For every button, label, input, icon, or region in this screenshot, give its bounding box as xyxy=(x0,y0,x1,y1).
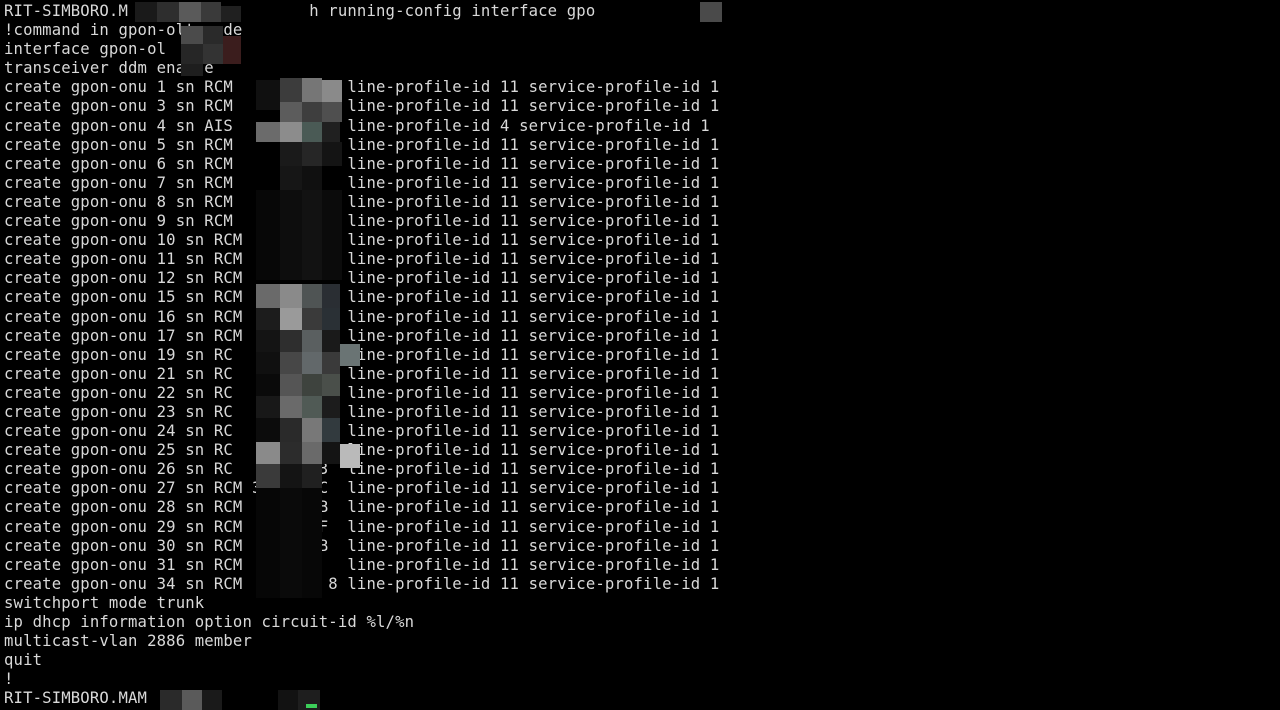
terminal-line: create gpon-onu 21 sn RC line-profile-id… xyxy=(4,364,720,383)
terminal-line: !command in gpon-olt mode xyxy=(4,21,243,40)
terminal-line: quit xyxy=(4,651,43,670)
terminal-line: create gpon-onu 16 sn RCM E line-profile… xyxy=(4,307,720,326)
terminal-line: create gpon-onu 6 sn RCM line-profile-id… xyxy=(4,154,720,173)
terminal-line: create gpon-onu 30 sn RCM B line-profile… xyxy=(4,536,720,555)
terminal-line: create gpon-onu 31 sn RCM line-profile-i… xyxy=(4,555,720,574)
terminal-line: create gpon-onu 17 sn RCM E line-profile… xyxy=(4,326,720,345)
terminal-line: create gpon-onu 28 sn RCM B line-profile… xyxy=(4,498,720,517)
terminal-line: create gpon-onu 34 sn RCM 8 line-profile… xyxy=(4,574,720,593)
terminal-line: create gpon-onu 12 sn RCM line-profile-i… xyxy=(4,269,720,288)
terminal-line: ! xyxy=(4,670,14,689)
terminal-line: create gpon-onu 25 sn RC line-profile-id… xyxy=(4,441,720,460)
terminal-line: create gpon-onu 27 sn RCM 3 C line-profi… xyxy=(4,479,720,498)
terminal-line: create gpon-onu 1 sn RCM line-profile-id… xyxy=(4,78,720,97)
terminal-line: multicast-vlan 2886 member xyxy=(4,632,252,651)
terminal-line: RIT-SIMBORO.M h running-config interface… xyxy=(4,2,596,20)
terminal-line: create gpon-onu 15 sn RCM B line-profile… xyxy=(4,288,720,307)
terminal-line: switchport mode trunk xyxy=(4,593,205,612)
terminal-line: transceiver ddm enable xyxy=(4,59,214,78)
terminal-output: RIT-SIMBORO.M h running-config interface… xyxy=(4,2,719,708)
terminal-line: create gpon-onu 10 sn RCM line-profile-i… xyxy=(4,231,720,250)
terminal-line: create gpon-onu 3 sn RCM line-profile-id… xyxy=(4,97,720,116)
terminal-line: create gpon-onu 11 sn RCM line-profile-i… xyxy=(4,250,720,269)
terminal-line: create gpon-onu 4 sn AIS line-profile-id… xyxy=(4,116,710,135)
terminal-line: create gpon-onu 26 sn RC 3 line-profile-… xyxy=(4,460,720,479)
terminal-line: create gpon-onu 29 sn RCM F line-profile… xyxy=(4,517,720,536)
terminal-cursor xyxy=(306,704,317,708)
terminal-line: ip dhcp information option circuit-id %l… xyxy=(4,613,415,631)
terminal-line: interface gpon-ol xyxy=(4,40,167,59)
terminal-window[interactable]: RIT-SIMBORO.M h running-config interface… xyxy=(0,0,1280,710)
terminal-line: create gpon-onu 24 sn RC line-profile-id… xyxy=(4,422,720,441)
terminal-line: create gpon-onu 5 sn RCM line-profile-id… xyxy=(4,135,720,154)
terminal-line: create gpon-onu 7 sn RCM line-profile-id… xyxy=(4,173,720,192)
terminal-line: create gpon-onu 9 sn RCM line-profile-id… xyxy=(4,212,720,231)
terminal-line: create gpon-onu 23 sn RC line-profile-id… xyxy=(4,402,720,421)
terminal-line: create gpon-onu 22 sn RC line-profile-id… xyxy=(4,383,720,402)
terminal-line: create gpon-onu 8 sn RCM line-profile-id… xyxy=(4,192,720,211)
terminal-line: create gpon-onu 19 sn RC line-profile-id… xyxy=(4,345,720,364)
terminal-line: RIT-SIMBORO.MAM xyxy=(4,689,148,708)
